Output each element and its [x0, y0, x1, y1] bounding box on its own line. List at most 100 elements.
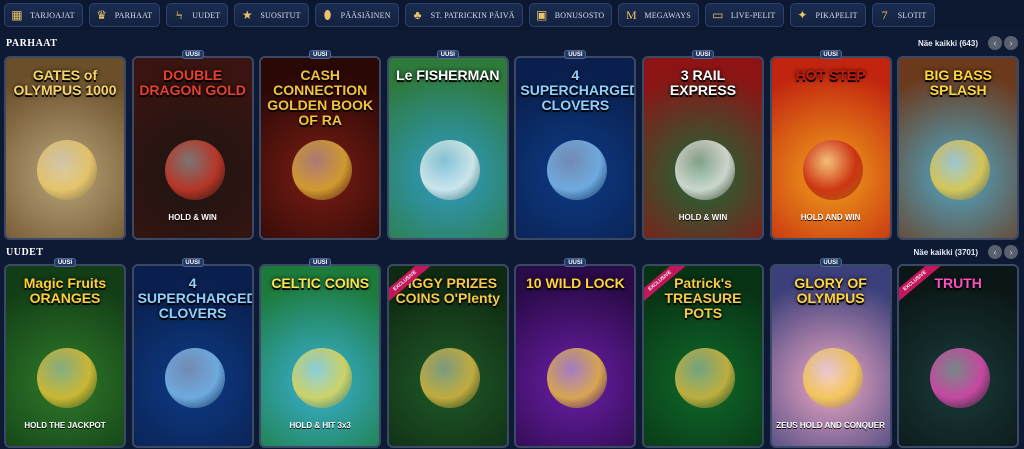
nav-item-live-pelit[interactable]: ▭ LIVE-PELIT [704, 3, 784, 27]
chest-icon: ▣ [535, 8, 548, 22]
game-artwork-emblem [164, 140, 225, 200]
prev-arrow-icon[interactable]: ‹ [988, 245, 1002, 259]
prev-arrow-icon[interactable]: ‹ [988, 36, 1002, 50]
star-icon: ★ [241, 8, 253, 22]
see-all-link[interactable]: Näe kaikki (3701) [914, 248, 979, 257]
nav-item-bonusosto[interactable]: ▣ BONUSOSTO [528, 3, 613, 27]
section-header-top: PARHAAT Näe kaikki (643) ‹ › [0, 36, 1024, 54]
nav-item-pikapelit[interactable]: ✦ PIKAPELIT [789, 3, 866, 27]
game-tile[interactable]: CELTIC COINS HOLD & HIT 3x3 [259, 264, 382, 448]
game-row-new: Magic Fruits ORANGES HOLD THE JACKPOT UUSI… [0, 258, 1024, 448]
nav-item-label: TARJOAJAT [30, 10, 75, 20]
see-all-link[interactable]: Näe kaikki (643) [918, 39, 978, 48]
game-tile[interactable]: 3 RAIL EXPRESS HOLD & WIN [642, 56, 764, 240]
new-badge: UUSI [309, 258, 332, 267]
game-title: Le FISHERMAN [396, 67, 500, 83]
nav-item-slotit[interactable]: 7 SLOTIT [871, 3, 935, 27]
new-badge: UUSI [564, 50, 587, 59]
game-title: DOUBLE DRAGON GOLD [139, 67, 246, 98]
game-tile[interactable]: TRUTH EXCLUSIVE [897, 264, 1020, 448]
nav-item-label: LIVE-PELIT [730, 10, 776, 20]
seven-icon: 7 [881, 8, 888, 22]
game-title: 4 SUPERCHARGED CLOVERS [137, 275, 254, 321]
game-artwork-emblem [930, 140, 991, 200]
game-subtitle: HOLD THE JACKPOT [24, 421, 106, 430]
section-title: PARHAAT [6, 38, 58, 49]
nav-item-megaways[interactable]: M MEGAWAYS [618, 3, 699, 27]
nav-item-label: PIKAPELIT [815, 10, 858, 20]
category-nav: ▦ TARJOAJAT ♛ PARHAAT ϟ UUDET ★ SUOSITUT ⬮ PÄÄSIÄ… [0, 0, 1024, 30]
game-title: BIG BASS SPLASH [924, 67, 993, 98]
next-arrow-icon[interactable]: › [1004, 245, 1018, 259]
game-tile[interactable]: 4 SUPERCHARGED CLOVERS [514, 56, 637, 240]
new-badge: UUSI [54, 258, 76, 267]
game-artwork-emblem [930, 348, 991, 408]
game-title: CASH CONNECTION GOLDEN BOOK OF RA [267, 67, 374, 128]
nav-item-label: PARHAAT [114, 10, 153, 20]
game-artwork-emblem [292, 348, 353, 408]
new-badge: UUSI [436, 50, 459, 59]
nav-item-label: SLOTIT [897, 10, 927, 20]
game-title: HOT STEP [795, 67, 866, 83]
section-title: UUDET [6, 247, 44, 258]
game-title: CELTIC COINS [271, 275, 370, 291]
game-tile[interactable]: 10 WILD LOCK [514, 264, 637, 448]
nav-item-tarjoajat[interactable]: ▦ TARJOAJAT [4, 3, 83, 27]
nav-item-label: SUOSITUT [260, 10, 301, 20]
game-tile[interactable]: GLORY OF OLYMPUS ZEUS HOLD AND CONQUER [769, 264, 892, 448]
game-tile[interactable]: Magic Fruits ORANGES HOLD THE JACKPOT [4, 264, 126, 448]
game-row-top: GATES of OLYMPUS 1000 DOUBLE DRAGON GOLD H… [0, 50, 1024, 240]
game-tile[interactable]: Le FISHERMAN [386, 56, 509, 240]
nav-item-st-patrickin-päivä[interactable]: ♣ ST. PATRICKIN PÄIVÄ [404, 3, 523, 27]
game-title: GLORY OF OLYMPUS [794, 275, 867, 306]
game-artwork-emblem [419, 348, 480, 408]
game-artwork-emblem [37, 140, 97, 200]
game-artwork-emblem [37, 348, 97, 408]
game-artwork-emblem [802, 140, 863, 200]
new-badge: UUSI [309, 50, 332, 59]
game-tile[interactable]: DOUBLE DRAGON GOLD HOLD & WIN [131, 56, 254, 240]
game-tile[interactable]: Patrick's TREASURE POTS EXCLUSIVE [642, 264, 764, 448]
nav-item-label: MEGAWAYS [644, 10, 691, 20]
new-badge: UUSI [819, 50, 842, 59]
game-title: GATES of OLYMPUS 1000 [13, 67, 117, 98]
nav-item-label: UUDET [192, 10, 221, 20]
game-subtitle: HOLD AND WIN [800, 213, 861, 222]
game-tile[interactable]: PIGGY PRIZES COINS O'Plenty EXCLUSIVE [386, 264, 509, 448]
game-title: 3 RAIL EXPRESS [669, 67, 737, 98]
crown-icon: ♛ [96, 8, 108, 22]
next-arrow-icon[interactable]: › [1004, 36, 1018, 50]
game-tile[interactable]: GATES of OLYMPUS 1000 [4, 56, 126, 240]
tv-icon: ▭ [712, 8, 724, 22]
nav-item-suositut[interactable]: ★ SUOSITUT [234, 3, 309, 27]
game-subtitle: ZEUS HOLD AND CONQUER [776, 421, 885, 430]
nav-item-uudet[interactable]: ϟ UUDET [166, 3, 229, 27]
game-tile[interactable]: BIG BASS SPLASH [897, 56, 1020, 240]
new-badge: UUSI [181, 258, 204, 267]
gamepad-icon: ✦ [797, 8, 808, 22]
game-artwork-emblem [802, 348, 863, 408]
new-badge: UUSI [692, 50, 714, 59]
new-badge: UUSI [819, 258, 842, 267]
game-artwork-emblem [675, 348, 735, 408]
game-artwork-emblem [292, 140, 353, 200]
megaways-icon: M [625, 8, 637, 22]
game-tile[interactable]: HOT STEP HOLD AND WIN [769, 56, 892, 240]
egg-icon: ⬮ [323, 8, 332, 22]
nav-item-pääsiäinen[interactable]: ⬮ PÄÄSIÄINEN [314, 3, 399, 27]
new-badge: UUSI [564, 258, 587, 267]
game-artwork-emblem [675, 140, 735, 200]
game-subtitle: HOLD & WIN [168, 213, 217, 222]
game-subtitle: HOLD & WIN [678, 213, 728, 222]
nav-item-label: PÄÄSIÄINEN [340, 10, 391, 20]
game-title: 4 SUPERCHARGED CLOVERS [520, 67, 637, 113]
new-badge: UUSI [181, 50, 204, 59]
game-tile[interactable]: 4 SUPERCHARGED CLOVERS [131, 264, 254, 448]
clover-icon: ♣ [413, 8, 422, 22]
game-artwork-emblem [547, 140, 608, 200]
nav-item-parhaat[interactable]: ♛ PARHAAT [88, 3, 161, 27]
game-artwork-emblem [547, 348, 608, 408]
game-subtitle: HOLD & HIT 3x3 [289, 421, 351, 430]
game-title: Magic Fruits ORANGES [23, 275, 107, 306]
game-tile[interactable]: CASH CONNECTION GOLDEN BOOK OF RA [259, 56, 382, 240]
